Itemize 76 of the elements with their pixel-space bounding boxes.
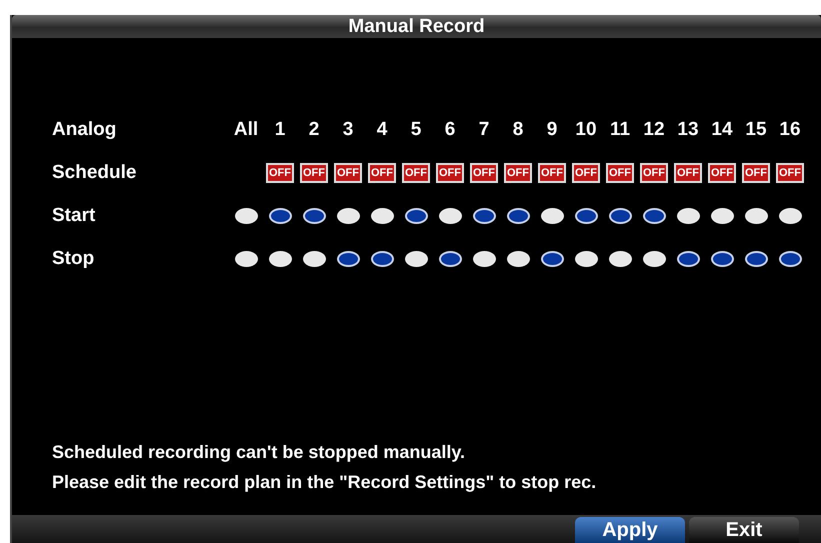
schedule-toggle[interactable]: OFF: [300, 162, 328, 182]
row-label: Stop: [52, 248, 96, 270]
schedule-toggle[interactable]: OFF: [334, 162, 362, 182]
channel-number: 5: [410, 118, 422, 140]
radio-button[interactable]: [744, 250, 768, 266]
radio-button[interactable]: [302, 208, 326, 224]
radio-button[interactable]: [608, 208, 632, 224]
schedule-toggle[interactable]: OFF: [504, 162, 532, 182]
channel-number: 12: [642, 118, 666, 140]
channel-number: 11: [608, 118, 632, 140]
radio-button[interactable]: [710, 208, 734, 224]
channel-number: 7: [478, 118, 490, 140]
schedule-toggle[interactable]: OFF: [776, 162, 804, 182]
schedule-toggle[interactable]: OFF: [402, 162, 430, 182]
schedule-toggle[interactable]: OFF: [538, 162, 566, 182]
radio-button[interactable]: [506, 250, 530, 266]
radio-button[interactable]: [506, 208, 530, 224]
schedule-toggle[interactable]: OFF: [640, 162, 668, 182]
radio-button[interactable]: [234, 250, 258, 266]
info-text: Scheduled recording can't be stopped manually.: [52, 441, 466, 464]
schedule-toggle[interactable]: OFF: [368, 162, 396, 182]
radio-button[interactable]: [268, 250, 292, 266]
schedule-toggle[interactable]: OFF: [742, 162, 770, 182]
schedule-toggle[interactable]: OFF: [266, 162, 294, 182]
schedule-toggle[interactable]: OFF: [674, 162, 702, 182]
row-label: Analog: [52, 118, 118, 140]
radio-button[interactable]: [404, 250, 428, 266]
channel-number: 4: [376, 118, 388, 140]
radio-button[interactable]: [540, 250, 564, 266]
radio-button[interactable]: [744, 208, 768, 224]
schedule-toggle[interactable]: OFF: [436, 162, 464, 182]
channel-number: 13: [676, 118, 700, 140]
channel-number: 9: [546, 118, 558, 140]
radio-button[interactable]: [302, 250, 326, 266]
radio-button[interactable]: [642, 250, 666, 266]
radio-button[interactable]: [710, 250, 734, 266]
radio-button[interactable]: [472, 250, 496, 266]
radio-button[interactable]: [336, 208, 360, 224]
radio-button[interactable]: [574, 208, 598, 224]
radio-button[interactable]: [404, 208, 428, 224]
channel-number: 1: [274, 118, 286, 140]
schedule-toggle[interactable]: OFF: [606, 162, 634, 182]
channel-number: 15: [744, 118, 768, 140]
channel-number: All: [232, 118, 260, 140]
radio-button[interactable]: [438, 208, 462, 224]
channel-number: 8: [512, 118, 524, 140]
radio-button[interactable]: [574, 250, 598, 266]
schedule-toggle[interactable]: OFF: [470, 162, 498, 182]
radio-button[interactable]: [370, 208, 394, 224]
info-text: Please edit the record plan in the "Record Settings" to stop rec.: [52, 471, 598, 494]
channel-number: 3: [342, 118, 354, 140]
schedule-toggle[interactable]: OFF: [572, 162, 600, 182]
channel-number: 16: [778, 118, 802, 140]
radio-button[interactable]: [778, 250, 802, 266]
radio-button[interactable]: [642, 208, 666, 224]
radio-button[interactable]: [608, 250, 632, 266]
channel-number: 6: [444, 118, 456, 140]
radio-button[interactable]: [676, 208, 700, 224]
radio-button[interactable]: [778, 208, 802, 224]
window-title: Manual Record: [348, 16, 485, 38]
channel-number: 2: [308, 118, 320, 140]
channel-number: 14: [710, 118, 734, 140]
radio-button[interactable]: [336, 250, 360, 266]
dialog-button[interactable]: Exit: [689, 517, 799, 543]
row-label: Schedule: [52, 162, 138, 184]
radio-button[interactable]: [540, 208, 564, 224]
dialog-button[interactable]: Apply: [575, 517, 685, 543]
channel-number: 10: [574, 118, 598, 140]
radio-button[interactable]: [438, 250, 462, 266]
radio-button[interactable]: [268, 208, 292, 224]
radio-button[interactable]: [676, 250, 700, 266]
row-label: Start: [52, 204, 96, 226]
radio-button[interactable]: [370, 250, 394, 266]
radio-button[interactable]: [234, 208, 258, 224]
radio-button[interactable]: [472, 208, 496, 224]
schedule-toggle[interactable]: OFF: [708, 162, 736, 182]
